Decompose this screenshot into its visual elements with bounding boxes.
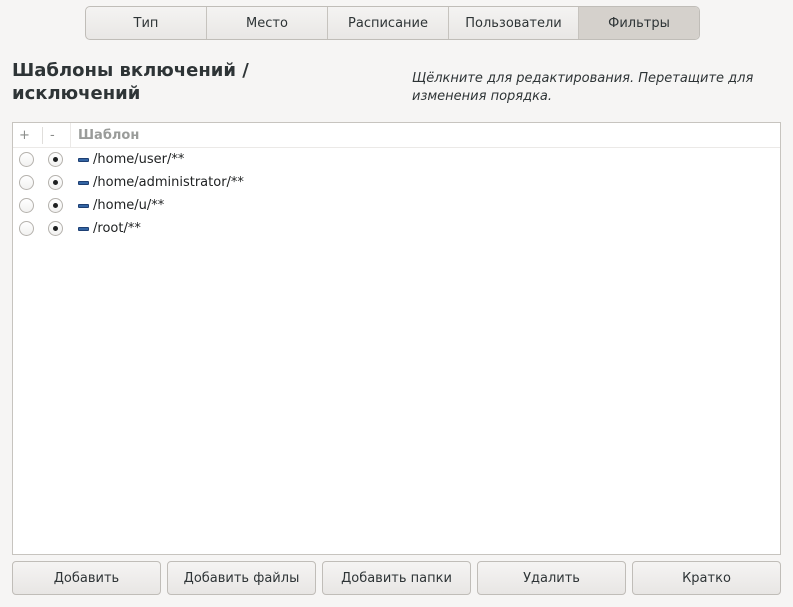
list-item[interactable]: /home/u/**	[13, 194, 780, 217]
minus-icon	[78, 180, 89, 185]
exclude-radio[interactable]	[48, 152, 63, 167]
include-radio[interactable]	[19, 221, 34, 236]
list-item[interactable]: /home/user/**	[13, 148, 780, 171]
minus-icon	[78, 203, 89, 208]
add-button[interactable]: Добавить	[12, 561, 161, 595]
include-radio[interactable]	[19, 152, 34, 167]
page-title: Шаблоны включений / исключений	[12, 60, 249, 104]
pattern-text: /home/u/**	[93, 198, 165, 213]
list-item[interactable]: /root/**	[13, 217, 780, 240]
include-radio[interactable]	[19, 198, 34, 213]
add-folders-button[interactable]: Добавить папки	[322, 561, 471, 595]
remove-button[interactable]: Удалить	[477, 561, 626, 595]
exclude-radio[interactable]	[48, 198, 63, 213]
pattern-list[interactable]: + - Шаблон /home/user/** /home/administr…	[12, 122, 781, 555]
list-header: + - Шаблон	[13, 123, 780, 148]
tab-bar: Тип Место Расписание Пользователи Фильтр…	[85, 6, 700, 40]
include-column-header[interactable]: +	[13, 128, 42, 143]
pattern-text: /home/user/**	[93, 152, 185, 167]
brief-button[interactable]: Кратко	[632, 561, 781, 595]
tab-users[interactable]: Пользователи	[449, 7, 579, 39]
pattern-text: /root/**	[93, 221, 141, 236]
tab-location[interactable]: Место	[207, 7, 328, 39]
exclude-radio[interactable]	[48, 221, 63, 236]
minus-icon	[78, 157, 89, 162]
include-radio[interactable]	[19, 175, 34, 190]
add-files-button[interactable]: Добавить файлы	[167, 561, 316, 595]
minus-icon	[78, 226, 89, 231]
tab-schedule[interactable]: Расписание	[328, 7, 449, 39]
button-bar: Добавить Добавить файлы Добавить папки У…	[12, 561, 781, 595]
exclude-radio[interactable]	[48, 175, 63, 190]
tab-type[interactable]: Тип	[86, 7, 207, 39]
pattern-text: /home/administrator/**	[93, 175, 244, 190]
list-item[interactable]: /home/administrator/**	[13, 171, 780, 194]
exclude-column-header[interactable]: -	[43, 123, 71, 147]
edit-hint: Щёлкните для редактирования. Перетащите …	[412, 71, 754, 104]
tab-filters[interactable]: Фильтры	[579, 7, 699, 39]
pattern-column-header[interactable]: Шаблон	[71, 128, 139, 143]
